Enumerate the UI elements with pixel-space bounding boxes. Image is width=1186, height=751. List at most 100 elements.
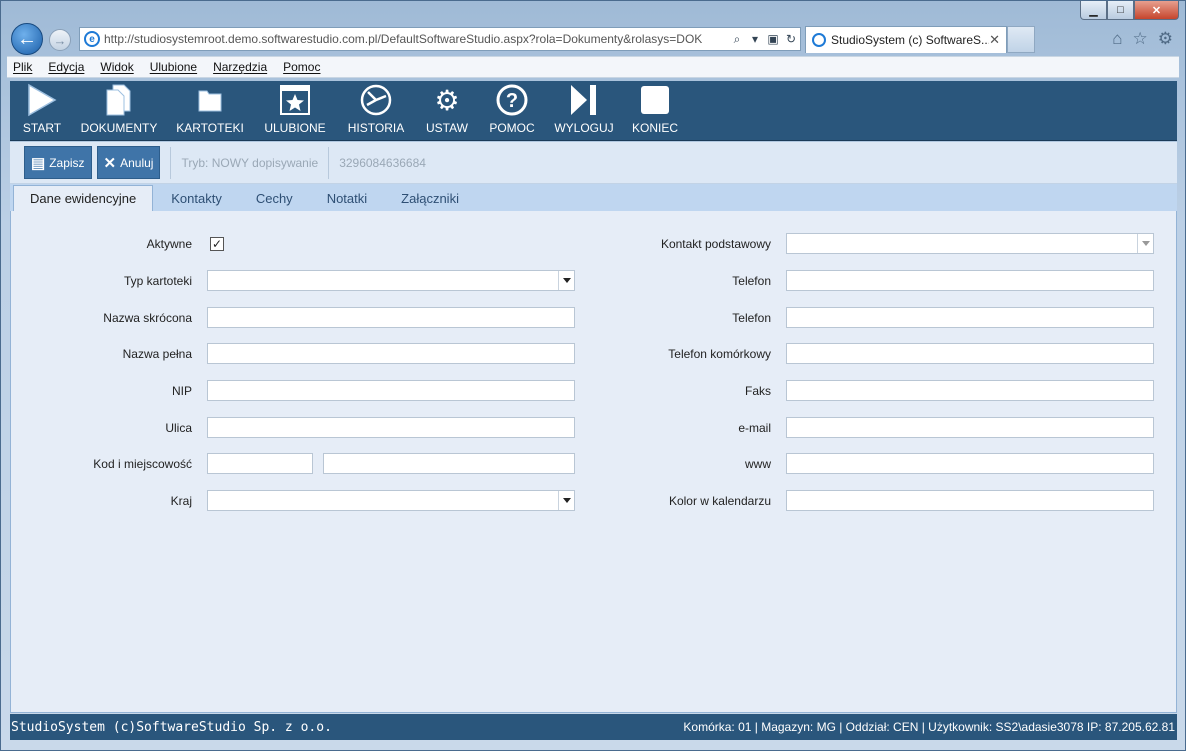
browser-tab[interactable]: StudioSystem (c) SoftwareS... ✕ [805,26,1007,53]
app-toolbar: START DOKUMENTY KARTOTEKI ULUBIONE HISTO… [10,81,1177,141]
dropdown-icon[interactable]: ▾ [746,32,764,46]
save-icon: ▤ [31,154,46,172]
toolbar-dokumenty-button[interactable]: DOKUMENTY [74,82,164,140]
play-icon [24,82,60,118]
telefon2-input[interactable] [786,307,1154,328]
menu-item-plik[interactable]: Plik [13,60,32,74]
tab-zalaczniki[interactable]: Załączniki [385,186,475,211]
svg-text:?: ? [506,90,518,112]
kod-pocztowy-input[interactable] [207,453,313,474]
toolbar-label: KARTOTEKI [176,121,244,135]
toolbar-kartoteki-button[interactable]: KARTOTEKI [170,82,250,140]
faks-label: Faks [744,384,771,398]
compat-icon[interactable]: ▣ [764,32,782,46]
toolbar-label: DOKUMENTY [80,121,158,135]
browser-window: ▁ □ ✕ ← → e http://studiosystemroot.demo… [0,0,1186,751]
tab-notatki[interactable]: Notatki [311,186,383,211]
aktywne-checkbox[interactable]: ✓ [210,237,224,251]
typ-kartoteki-select[interactable] [207,270,575,291]
forward-button[interactable]: → [49,29,71,51]
home-icon[interactable]: ⌂ [1112,29,1122,49]
menu-item-pomoc[interactable]: Pomoc [283,60,320,74]
mode-status: Tryb: NOWY dopisywanie [181,155,319,170]
divider [328,146,330,179]
star-box-icon [277,82,313,118]
cancel-button[interactable]: ✕ Anuluj [96,146,161,179]
new-tab-button[interactable] [1007,26,1035,53]
kraj-label: Kraj [170,494,192,508]
menu-item-ulubione[interactable]: Ulubione [150,60,197,74]
toolbar-label: WYLOGUJ [554,121,614,135]
toolbar-label: HISTORIA [347,121,405,135]
chevron-down-icon [563,278,571,283]
nip-input[interactable] [207,380,575,401]
toolbar-wyloguj-button[interactable]: WYLOGUJ [554,82,614,140]
star-icon[interactable]: ☆ [1133,29,1148,49]
search-icon[interactable]: ⌕ [728,32,746,47]
tab-dane-ewidencyjne[interactable]: Dane ewidencyjne [13,185,154,211]
nazwa-pelna-label: Nazwa pełna [122,347,192,361]
divider [170,146,172,179]
toolbar-label: USTAW [426,121,468,135]
nazwa-skrocona-input[interactable] [207,307,575,328]
tab-title: StudioSystem (c) SoftwareS... [831,33,990,47]
footer-copyright: StudioSystem (c)SoftwareStudio Sp. z o.o… [11,719,332,735]
tab-cechy[interactable]: Cechy [240,186,309,211]
telefon-komorkowy-input[interactable] [786,343,1154,364]
url-text[interactable]: http://studiosystemroot.demo.softwarestu… [104,32,728,46]
toolbar-label: START [22,121,62,135]
toolbar-label: KONIEC [631,121,678,135]
back-button[interactable]: ← [11,23,43,55]
email-input[interactable] [786,417,1154,438]
refresh-icon[interactable]: ↻ [782,32,800,46]
nazwa-skrocona-label: Nazwa skrócona [103,311,192,325]
telefon1-label: Telefon [732,274,771,288]
toolbar-pomoc-button[interactable]: ? POMOC [487,82,537,140]
close-window-button[interactable]: ✕ [1134,1,1179,20]
tab-kontakty[interactable]: Kontakty [155,186,238,211]
address-bar[interactable]: e http://studiosystemroot.demo.softwares… [79,27,801,51]
minimize-button[interactable]: ▁ [1080,1,1107,20]
maximize-button[interactable]: □ [1107,1,1134,20]
cancel-label: Anuluj [120,155,154,170]
folder-icon [192,82,228,118]
menu-item-narzedzia[interactable]: Narzędzia [213,60,267,74]
ulica-input[interactable] [207,417,575,438]
kraj-select[interactable] [207,490,575,511]
faks-input[interactable] [786,380,1154,401]
tab-ie-icon [812,33,826,47]
history-icon [358,82,394,118]
ie-icon: e [84,31,100,47]
kolor-kalendarz-input[interactable] [786,490,1154,511]
toolbar-koniec-button[interactable]: KONIEC [628,82,682,140]
toolbar-ulubione-button[interactable]: ULUBIONE [260,82,330,140]
menu-item-widok[interactable]: Widok [100,60,133,74]
telefon2-label: Telefon [732,311,771,325]
footer-session-info: Komórka: 01 | Magazyn: MG | Oddział: CEN… [683,720,1175,734]
miejscowosc-input[interactable] [323,453,575,474]
www-input[interactable] [786,453,1154,474]
nazwa-pelna-input[interactable] [207,343,575,364]
action-bar: ▤ Zapisz ✕ Anuluj Tryb: NOWY dopisywanie… [10,142,1177,184]
ulica-label: Ulica [165,421,192,435]
toolbar-label: ULUBIONE [264,121,326,135]
record-id: 3296084636684 [339,155,426,170]
kontakt-podstawowy-select[interactable] [786,233,1154,254]
tab-close-icon[interactable]: ✕ [989,32,1000,48]
toolbar-historia-button[interactable]: HISTORIA [342,82,410,140]
menu-item-edycja[interactable]: Edycja [48,60,84,74]
save-button[interactable]: ▤ Zapisz [24,146,92,179]
browser-nav-row: ← → e http://studiosystemroot.demo.softw… [7,23,1181,55]
toolbar-label: POMOC [489,121,535,135]
status-footer: StudioSystem (c)SoftwareStudio Sp. z o.o… [10,714,1177,740]
email-label: e-mail [738,421,771,435]
telefon1-input[interactable] [786,270,1154,291]
help-icon: ? [494,82,530,118]
form-panel: Aktywne ✓ Typ kartoteki Nazwa skrócona N… [10,211,1177,713]
kontakt-podstawowy-label: Kontakt podstawowy [660,237,771,251]
toolbar-start-button[interactable]: START [16,82,68,140]
cancel-icon: ✕ [103,154,117,172]
chevron-down-icon [563,498,571,503]
gear-icon[interactable]: ⚙ [1158,29,1173,49]
toolbar-ustaw-button[interactable]: ⚙ USTAW [422,82,472,140]
